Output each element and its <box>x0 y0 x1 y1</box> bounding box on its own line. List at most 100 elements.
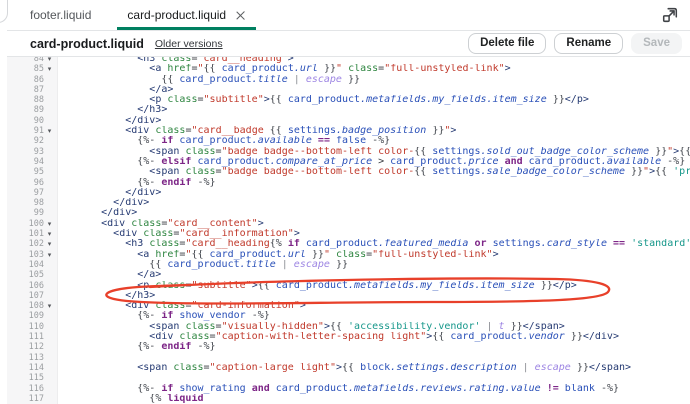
code-line[interactable]: 91 ▾ <div class="card__badge {{ settings.… <box>7 126 690 136</box>
code-line[interactable]: 116 {%- if show_rating and card_product.… <box>7 384 690 394</box>
code-line[interactable]: 110 <span class="visually-hidden">{{ 'ac… <box>7 322 690 332</box>
chevron-down-icon[interactable]: ▾ <box>44 301 55 311</box>
line-number: 109 <box>28 311 44 322</box>
code-text: <div class="card__content"> <box>101 218 264 229</box>
code-line[interactable]: 108 ▾ <div class="card-information"> <box>7 301 690 311</box>
chevron-down-icon[interactable]: ▾ <box>44 239 55 249</box>
line-number: 86 <box>33 74 44 85</box>
code-text: </div> <box>101 208 138 219</box>
code-line[interactable]: 88 <p class="subtitle">{{ card_product.m… <box>7 95 690 105</box>
code-text: {%- if show_rating and card_product.meta… <box>137 383 619 394</box>
code-text: </div> <box>125 187 162 198</box>
code-text: <p class="subtitle">{{ card_product.meta… <box>149 95 589 106</box>
code-lines: 84 ▾ <h3 class="card__heading"> 85 ▾ <a hre… <box>7 57 690 404</box>
line-number: 92 <box>33 136 44 147</box>
code-line[interactable]: 86 {{ card_product.title | escape }} <box>7 75 690 85</box>
code-line[interactable]: 95 <span class="badge badge--bottom-left… <box>7 167 690 177</box>
code-text: </div> <box>113 198 150 209</box>
line-number: 90 <box>33 115 44 126</box>
code-line[interactable]: 99 </div> <box>7 208 690 218</box>
code-text: {{ card_product.title | escape }} <box>161 74 361 85</box>
code-line[interactable]: 84 ▾ <h3 class="card__heading"> <box>7 57 690 64</box>
code-line[interactable]: 103 ▾ <a href="{{ card_product.url }}" cl… <box>7 250 690 260</box>
chevron-down-icon[interactable]: ▾ <box>44 229 55 239</box>
code-line[interactable]: 113 <box>7 353 690 363</box>
tab-footer-liquid[interactable]: footer.liquid <box>20 0 101 30</box>
code-text: {%- endif -%} <box>137 342 216 353</box>
code-text: {% liquid <box>149 393 204 404</box>
code-line[interactable]: 115 <box>7 373 690 383</box>
code-line[interactable]: 90 </div> <box>7 116 690 126</box>
code-line[interactable]: 109 {%- if show_vendor -%} <box>7 311 690 321</box>
delete-file-button[interactable]: Delete file <box>468 33 547 54</box>
line-number: 85 ▾ <box>7 64 57 74</box>
line-number: 106 <box>28 280 44 291</box>
code-text: </h3> <box>137 105 168 116</box>
line-number: 101 ▾ <box>7 229 57 239</box>
code-line[interactable]: 94 {%- elsif card_product.compare_at_pri… <box>7 157 690 167</box>
code-text: {%- elsif card_product.compare_at_price … <box>137 156 686 167</box>
older-versions-link[interactable]: Older versions <box>155 38 223 50</box>
line-number: 91 ▾ <box>7 126 57 136</box>
code-line[interactable]: 97 </div> <box>7 188 690 198</box>
code-line[interactable]: 98 </div> <box>7 198 690 208</box>
line-number: 107 <box>28 290 44 301</box>
expand-icon[interactable] <box>661 6 679 24</box>
chevron-down-icon[interactable]: ▾ <box>44 250 55 260</box>
line-number: 113 <box>28 352 44 363</box>
code-line[interactable]: 96 {%- endif -%} <box>7 178 690 188</box>
line-number: 84 ▾ <box>7 57 57 64</box>
line-number: 115 <box>28 373 44 384</box>
rename-button[interactable]: Rename <box>554 33 624 54</box>
code-text: </a> <box>149 84 174 95</box>
code-text: <h3 class="card__heading"> <box>137 57 294 64</box>
line-number: 88 <box>33 95 44 106</box>
line-number: 95 <box>33 167 44 178</box>
code-line[interactable]: 114 <span class="caption-large light">{{… <box>7 363 690 373</box>
code-text: {%- if show_vendor -%} <box>137 311 270 322</box>
code-text: <span class="badge badge--bottom-left co… <box>149 146 690 157</box>
code-text: <div class="card__badge {{ settings.badg… <box>125 126 457 137</box>
code-line[interactable]: 93 <span class="badge badge--bottom-left… <box>7 147 690 157</box>
line-number: 105 <box>28 270 44 281</box>
line-number: 100 ▾ <box>7 219 57 229</box>
tab-card-product-liquid[interactable]: card-product.liquid <box>117 0 256 30</box>
code-line[interactable]: 107 </h3> <box>7 291 690 301</box>
code-text: </a> <box>137 270 162 281</box>
code-text: <h3 class="card__heading{% if card_produ… <box>125 239 690 250</box>
code-text: <a href="{{ card_product.url }}" class="… <box>149 64 511 75</box>
code-line[interactable]: 111 <div class="caption-with-letter-spac… <box>7 332 690 342</box>
chevron-down-icon[interactable]: ▾ <box>44 64 55 74</box>
code-line[interactable]: 102 ▾ <h3 class="card__heading{% if card_… <box>7 239 690 249</box>
code-line[interactable]: 105 </a> <box>7 270 690 280</box>
chevron-down-icon[interactable]: ▾ <box>44 126 55 136</box>
line-number: 111 <box>28 332 44 343</box>
line-number: 99 <box>33 208 44 219</box>
code-line[interactable]: 87 </a> <box>7 85 690 95</box>
chevron-down-icon[interactable]: ▾ <box>44 219 55 229</box>
code-line[interactable]: 106 <p class="subtitle">{{ card_product.… <box>7 281 690 291</box>
code-text: {%- if card_product.available == false -… <box>137 136 391 147</box>
code-text: <div class="card-information"> <box>125 301 306 312</box>
line-number: 89 <box>33 105 44 116</box>
code-line[interactable]: 85 ▾ <a href="{{ card_product.url }}" cla… <box>7 64 690 74</box>
code-line[interactable]: 101 ▾ <div class="card__information"> <box>7 229 690 239</box>
code-text: </h3> <box>125 290 156 301</box>
code-editor[interactable]: 84 ▾ <h3 class="card__heading"> 85 ▾ <a hre… <box>7 57 690 404</box>
code-line[interactable]: 117 {% liquid <box>7 394 690 404</box>
code-line[interactable]: 112 {%- endif -%} <box>7 342 690 352</box>
line-number: 108 ▾ <box>7 301 57 311</box>
tab-bar: footer.liquid card-product.liquid <box>7 0 690 31</box>
line-number: 112 <box>28 342 44 353</box>
line-number: 98 <box>33 198 44 209</box>
code-line[interactable]: 100 ▾ <div class="card__content"> <box>7 219 690 229</box>
code-text: <span class="visually-hidden">{{ 'access… <box>149 321 565 332</box>
code-line[interactable]: 104 {{ card_product.title | escape }} <box>7 260 690 270</box>
line-number: 114 <box>28 362 44 373</box>
close-icon[interactable] <box>235 10 246 21</box>
code-text: <div class="card__information"> <box>113 229 300 240</box>
code-line[interactable]: 92 {%- if card_product.available == fals… <box>7 136 690 146</box>
code-line[interactable]: 89 </h3> <box>7 105 690 115</box>
chevron-down-icon[interactable]: ▾ <box>44 57 55 64</box>
